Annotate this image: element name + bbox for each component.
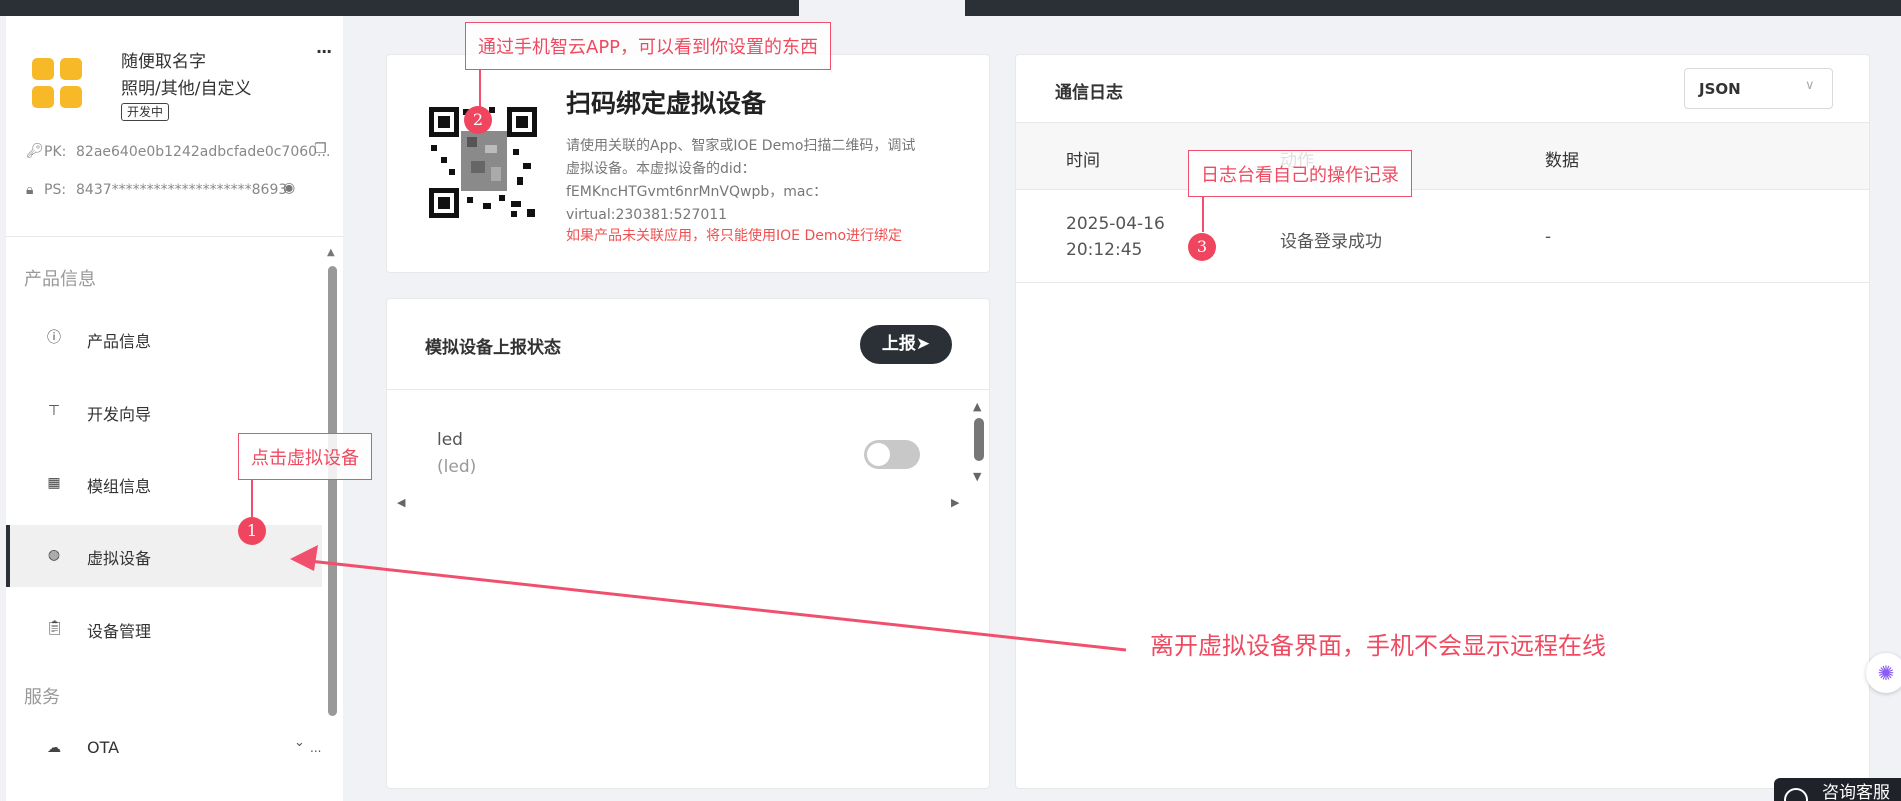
product-logo-icon	[32, 58, 87, 113]
pk-value: 82ae640e0b1242adbcfade0c7060...	[76, 144, 331, 160]
sidebar-item-label: 虚拟设备	[87, 549, 152, 568]
qr-card-warning: 如果产品未关联应用，将只能使用IOE Demo进行绑定	[566, 228, 903, 244]
grid-icon: ▦	[47, 475, 61, 491]
log-row-divider	[1016, 282, 1869, 283]
annotation-note-2: 通过手机智云APP，可以看到你设置的东西	[465, 22, 832, 70]
sidebar-item-label: 开发向导	[87, 405, 152, 424]
scroll-down-arrow[interactable]: ▼	[973, 470, 981, 483]
scroll-up-arrow[interactable]: ▲	[973, 400, 981, 413]
log-row-data: -	[1545, 227, 1552, 247]
sidebar-item-ota[interactable]: ☁︎ OTA	[6, 718, 322, 774]
sidebar-item-label: OTA	[87, 738, 120, 757]
status-badge: 开发中	[121, 103, 170, 121]
annotation-note-1: 点击虚拟设备	[238, 433, 372, 480]
chevron-down-icon[interactable]: ⌄	[294, 735, 305, 750]
report-vertical-scrollbar[interactable]	[974, 418, 984, 461]
globe-icon: ◍	[47, 547, 61, 563]
clipboard-icon: 📋︎	[46, 620, 64, 636]
key-icon: 🔑︎	[26, 143, 44, 159]
annotation-line-2	[479, 70, 481, 108]
report-divider	[387, 389, 989, 390]
qr-card-description: 请使用关联的App、智家或IOE Demo扫描二维码，调试虚拟设备。本虚拟设备的…	[566, 138, 916, 223]
log-row-action: 设备登录成功	[1280, 232, 1382, 252]
annotation-marker-2: 2	[464, 106, 492, 134]
column-header-time: 时间	[1066, 151, 1100, 171]
product-category: 照明/其他/自定义	[121, 79, 252, 99]
sidebar-group-service: 服务	[24, 687, 60, 708]
annotation-big-note: 离开虚拟设备界面，手机不会显示远程在线	[1150, 632, 1606, 660]
toggle-knob	[867, 443, 890, 466]
sidebar-item-label: 设备管理	[87, 622, 152, 641]
lock-icon: 🔒︎	[26, 182, 34, 198]
annotation-note-3: 日志台看自己的操作记录	[1188, 150, 1412, 197]
annotation-marker-1: 1	[238, 517, 266, 545]
sidebar-item-device-management[interactable]: 📋︎ 设备管理	[6, 598, 322, 660]
field-identifier: (led)	[437, 457, 477, 477]
top-bar-active-tab[interactable]	[799, 0, 965, 16]
scroll-left-arrow[interactable]: ◀	[397, 496, 405, 509]
annotation-line-3	[1202, 197, 1204, 232]
log-row-date: 2025-04-16	[1066, 214, 1165, 234]
cloud-upload-icon: ☁︎	[47, 740, 61, 756]
field-name: led	[437, 430, 463, 450]
report-button[interactable]: 上报➤	[860, 325, 952, 364]
column-header-data: 数据	[1545, 151, 1579, 171]
ota-more: ...	[310, 741, 322, 755]
sidebar-item-virtual-device[interactable]: ◍ 虚拟设备	[6, 525, 322, 587]
qr-card-title: 扫码绑定虚拟设备	[566, 89, 767, 118]
log-format-value: JSON	[1699, 80, 1741, 98]
chevron-down-icon: ∨	[1805, 78, 1815, 93]
sidebar-scroll-up-arrow[interactable]: ▲	[327, 247, 335, 258]
sidebar-scrollbar[interactable]	[328, 266, 337, 716]
sidebar-item-product-info[interactable]: ⓘ 产品信息	[6, 308, 322, 370]
signpost-icon: ⊤	[47, 403, 61, 419]
annotation-marker-3: 3	[1188, 233, 1216, 261]
info-circle-icon: ⓘ	[47, 330, 61, 346]
report-status-card	[386, 298, 990, 789]
log-row-time: 20:12:45	[1066, 240, 1143, 260]
assistant-brain-icon[interactable]: ✺	[1866, 653, 1901, 693]
pk-label: PK:	[44, 144, 67, 160]
ps-label: PS:	[44, 182, 67, 198]
ps-value: 8437********************8693	[76, 182, 288, 198]
log-card-title: 通信日志	[1055, 83, 1123, 103]
product-name: 随便取名字	[121, 52, 206, 72]
scroll-right-arrow[interactable]: ▶	[951, 496, 959, 509]
sidebar-divider	[6, 236, 343, 237]
sidebar-item-label: 模组信息	[87, 477, 152, 496]
sidebar-group-product: 产品信息	[24, 269, 96, 290]
annotation-line-1	[251, 480, 253, 519]
log-table-header	[1016, 122, 1869, 190]
eye-icon[interactable]: ◉	[283, 180, 295, 196]
sidebar-item-label: 产品信息	[87, 332, 152, 351]
report-card-title: 模拟设备上报状态	[425, 338, 561, 358]
copy-icon[interactable]: ❐	[314, 141, 327, 157]
more-options-button[interactable]: ···	[316, 42, 332, 61]
